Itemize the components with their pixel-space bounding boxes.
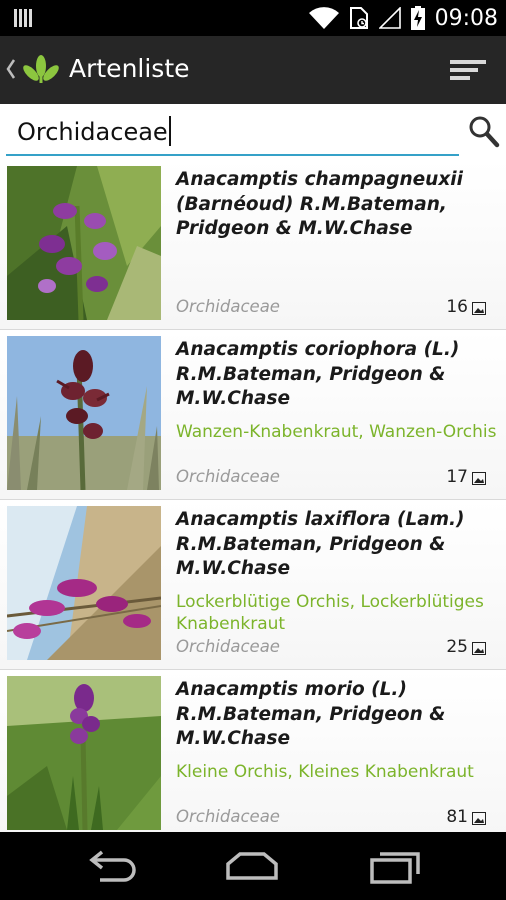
chevron-left-icon[interactable]	[4, 56, 18, 82]
status-time: 09:08	[434, 5, 498, 31]
sd-card-icon	[349, 7, 368, 29]
search-bar: Orchidaceae	[0, 104, 506, 160]
species-common-name: Lockerblütige Orchis, Lockerblütiges Kna…	[176, 592, 484, 634]
image-count: 17	[446, 467, 468, 487]
notification-bars-icon	[14, 9, 32, 27]
species-photo	[7, 506, 161, 660]
image-count: 81	[446, 807, 468, 827]
list-item[interactable]: Anacamptis coriophora (L.) R.M.Bateman, …	[0, 330, 506, 500]
image-icon	[472, 302, 486, 315]
image-count: 16	[446, 297, 468, 317]
species-photo	[7, 166, 161, 320]
species-common-name: Wanzen-Knabenkraut, Wanzen-Orchis	[176, 422, 497, 442]
image-count: 25	[446, 637, 468, 657]
sort-menu-icon[interactable]	[448, 52, 488, 88]
species-list: Anacamptis champagneuxii (Barnéoud) R.M.…	[0, 160, 506, 832]
list-item[interactable]: Anacamptis champagneuxii (Barnéoud) R.M.…	[0, 160, 506, 330]
species-scientific-name: Anacamptis coriophora (L.) R.M.Bateman, …	[176, 339, 460, 409]
list-item[interactable]: Anacamptis laxiflora (Lam.) R.M.Bateman,…	[0, 500, 506, 670]
wifi-icon	[308, 7, 339, 29]
species-scientific-name: Anacamptis morio (L.) R.M.Bateman, Pridg…	[176, 679, 446, 749]
species-family: Orchidaceae	[176, 467, 280, 486]
text-caret	[168, 116, 171, 146]
image-icon	[472, 472, 486, 485]
search-input-value: Orchidaceae	[17, 118, 168, 146]
species-family: Orchidaceae	[176, 637, 280, 656]
species-scientific-name: Anacamptis laxiflora (Lam.) R.M.Bateman,…	[176, 509, 465, 579]
image-icon	[472, 642, 486, 655]
species-scientific-name: Anacamptis champagneuxii (Barnéoud) R.M.…	[176, 169, 463, 239]
species-common-name: Kleine Orchis, Kleines Knabenkraut	[176, 762, 474, 782]
home-icon[interactable]	[222, 846, 282, 886]
navigation-bar	[0, 832, 506, 900]
page-title: Artenliste	[69, 54, 190, 83]
leaf-logo-icon[interactable]	[20, 54, 62, 84]
species-family: Orchidaceae	[176, 807, 280, 826]
list-item[interactable]: Anacamptis morio (L.) R.M.Bateman, Pridg…	[0, 670, 506, 832]
species-photo	[7, 676, 161, 830]
image-icon	[472, 812, 486, 825]
species-photo	[7, 336, 161, 490]
status-bar: 09:08	[0, 0, 506, 36]
recent-apps-icon[interactable]	[366, 846, 426, 886]
search-icon[interactable]	[468, 114, 500, 150]
action-bar: Artenliste	[0, 36, 506, 104]
battery-charging-icon	[410, 6, 425, 30]
species-family: Orchidaceae	[176, 297, 280, 316]
search-input[interactable]: Orchidaceae	[6, 112, 459, 156]
back-icon[interactable]	[82, 846, 142, 886]
signal-icon	[378, 7, 401, 29]
